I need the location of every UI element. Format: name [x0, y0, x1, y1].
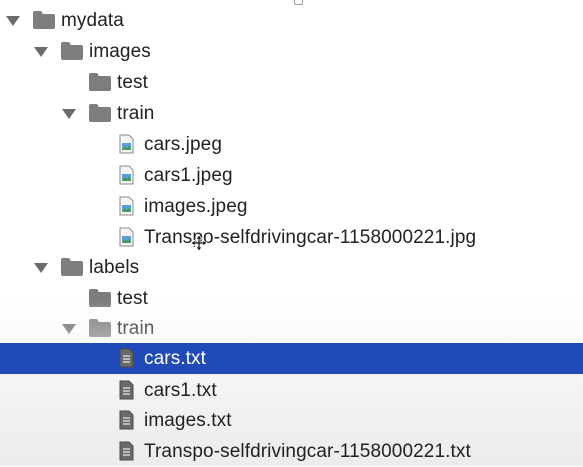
tree-file-image[interactable]: cars1.jpeg — [0, 160, 583, 191]
tree-node-label: test — [117, 288, 149, 309]
project-file-tree: mydata images test train cars.jpeg cars1… — [0, 0, 583, 466]
panel-resize-handle[interactable] — [294, 0, 303, 5]
text-file-icon — [119, 441, 134, 461]
folder-icon — [89, 73, 111, 91]
image-file-icon — [119, 227, 134, 247]
image-file-icon — [119, 134, 134, 154]
image-file-icon — [119, 196, 134, 216]
tree-node-label: test — [117, 72, 149, 93]
tree-file-image[interactable]: images.jpeg — [0, 191, 583, 222]
tree-file-text-selected[interactable]: cars.txt — [0, 343, 583, 374]
tree-file-label: cars.jpeg — [144, 134, 222, 155]
tree-node-labels-test[interactable]: test — [0, 283, 583, 314]
tree-file-label: cars1.jpeg — [144, 165, 233, 186]
folder-icon — [33, 11, 55, 29]
tree-file-text[interactable]: images.txt — [0, 405, 583, 436]
tree-file-label: images.txt — [144, 410, 232, 431]
folder-icon — [89, 289, 111, 307]
tree-file-image[interactable]: cars.jpeg — [0, 129, 583, 160]
expand-arrow-icon[interactable] — [34, 47, 48, 57]
folder-icon — [61, 258, 83, 276]
expand-arrow-icon[interactable] — [6, 16, 20, 26]
tree-node-mydata[interactable]: mydata — [0, 5, 583, 36]
folder-icon — [61, 42, 83, 60]
move-cursor-icon — [190, 234, 208, 252]
folder-icon — [89, 319, 111, 337]
tree-node-label: mydata — [61, 10, 124, 31]
tree-node-labels-train[interactable]: train — [0, 313, 583, 344]
tree-file-label: cars.txt — [144, 348, 207, 369]
text-file-icon — [119, 380, 134, 400]
tree-node-label: train — [117, 318, 155, 339]
tree-node-labels[interactable]: labels — [0, 252, 583, 283]
tree-file-text[interactable]: Transpo-selfdrivingcar-1158000221.txt — [0, 436, 583, 467]
expand-arrow-icon[interactable] — [62, 324, 76, 334]
tree-file-image[interactable]: Transpo-selfdrivingcar-1158000221.jpg — [0, 222, 583, 253]
tree-node-label: images — [89, 41, 151, 62]
tree-file-text[interactable]: cars1.txt — [0, 375, 583, 406]
tree-node-images-test[interactable]: test — [0, 67, 583, 98]
text-file-icon — [119, 410, 134, 430]
tree-node-images[interactable]: images — [0, 36, 583, 67]
text-file-icon — [119, 348, 134, 368]
tree-file-label: cars1.txt — [144, 380, 217, 401]
tree-node-label: train — [117, 103, 155, 124]
expand-arrow-icon[interactable] — [62, 109, 76, 119]
expand-arrow-icon[interactable] — [34, 263, 48, 273]
image-file-icon — [119, 165, 134, 185]
tree-file-label: Transpo-selfdrivingcar-1158000221.txt — [144, 441, 471, 462]
tree-node-label: labels — [89, 257, 140, 278]
folder-icon — [89, 104, 111, 122]
tree-node-images-train[interactable]: train — [0, 98, 583, 129]
tree-file-label: images.jpeg — [144, 196, 248, 217]
